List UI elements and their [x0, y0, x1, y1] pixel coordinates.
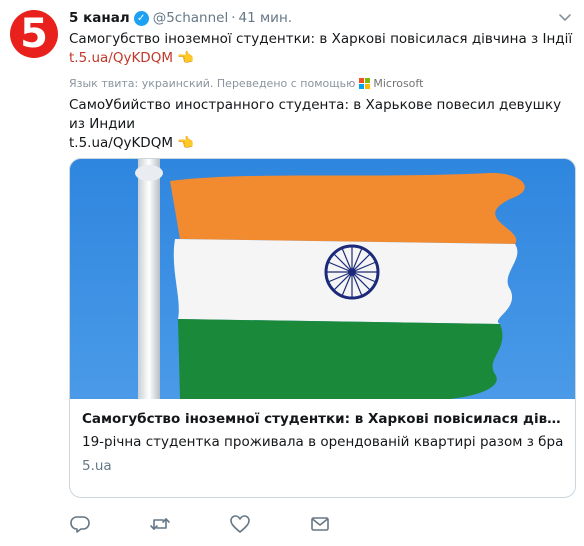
translation-note-text: Язык твита: украинский. Переведено с пом…	[69, 77, 356, 90]
pointing-hand-emoji: 👈	[177, 135, 195, 151]
tweet-text: Самогубство іноземної студентки: в Харко…	[69, 30, 574, 49]
heart-icon[interactable]	[229, 513, 251, 535]
card-description: 19-річна студентка проживала в орендован…	[82, 434, 563, 450]
tweet-header: 5 канал ✓ @5channel · 41 мин.	[69, 8, 574, 28]
avatar-logo: 5	[20, 11, 48, 57]
tweet[interactable]: 5 5 канал ✓ @5channel · 41 мин. Самогубс…	[0, 0, 584, 546]
tweet-content: 5 канал ✓ @5channel · 41 мин. Самогубств…	[69, 8, 574, 153]
card-image[interactable]	[70, 159, 575, 399]
tweet-body: Самогубство іноземної студентки: в Харко…	[69, 31, 573, 47]
tweet-timestamp[interactable]: 41 мин.	[239, 10, 293, 26]
account-handle[interactable]: @5channel	[153, 10, 229, 26]
translated-text: СамоУбийство иностранного студента: в Ха…	[69, 96, 574, 134]
card-domain: 5.ua	[82, 458, 112, 474]
card-title[interactable]: Самогубство іноземної студентки: в Харко…	[82, 409, 563, 429]
chevron-down-icon[interactable]	[556, 8, 574, 26]
envelope-icon[interactable]	[309, 513, 331, 535]
translated-link[interactable]: t.5.ua/QyKDQM	[69, 135, 173, 151]
tweet-link[interactable]: t.5.ua/QyKDQM	[69, 50, 173, 66]
india-flag-image	[70, 159, 575, 399]
verified-badge-icon: ✓	[133, 10, 149, 26]
translation-note: Язык твита: украинский. Переведено с пом…	[69, 77, 574, 90]
card-body: Самогубство іноземної студентки: в Харко…	[70, 399, 575, 486]
reply-icon[interactable]	[69, 513, 91, 535]
pointing-hand-emoji: 👈	[177, 50, 195, 66]
retweet-icon[interactable]	[149, 513, 171, 535]
translated-body: СамоУбийство иностранного студента: в Ха…	[69, 97, 562, 132]
avatar[interactable]: 5	[10, 10, 58, 58]
translated-link-line: t.5.ua/QyKDQM 👈	[69, 134, 574, 153]
translator-brand[interactable]: Microsoft	[373, 77, 423, 90]
tweet-actions	[69, 513, 574, 535]
separator-dot: ·	[231, 10, 236, 26]
link-card[interactable]: Самогубство іноземної студентки: в Харко…	[69, 158, 576, 498]
account-name[interactable]: 5 канал	[69, 10, 130, 26]
tweet-link-line: t.5.ua/QyKDQM 👈	[69, 49, 574, 68]
microsoft-logo-icon	[359, 78, 371, 89]
